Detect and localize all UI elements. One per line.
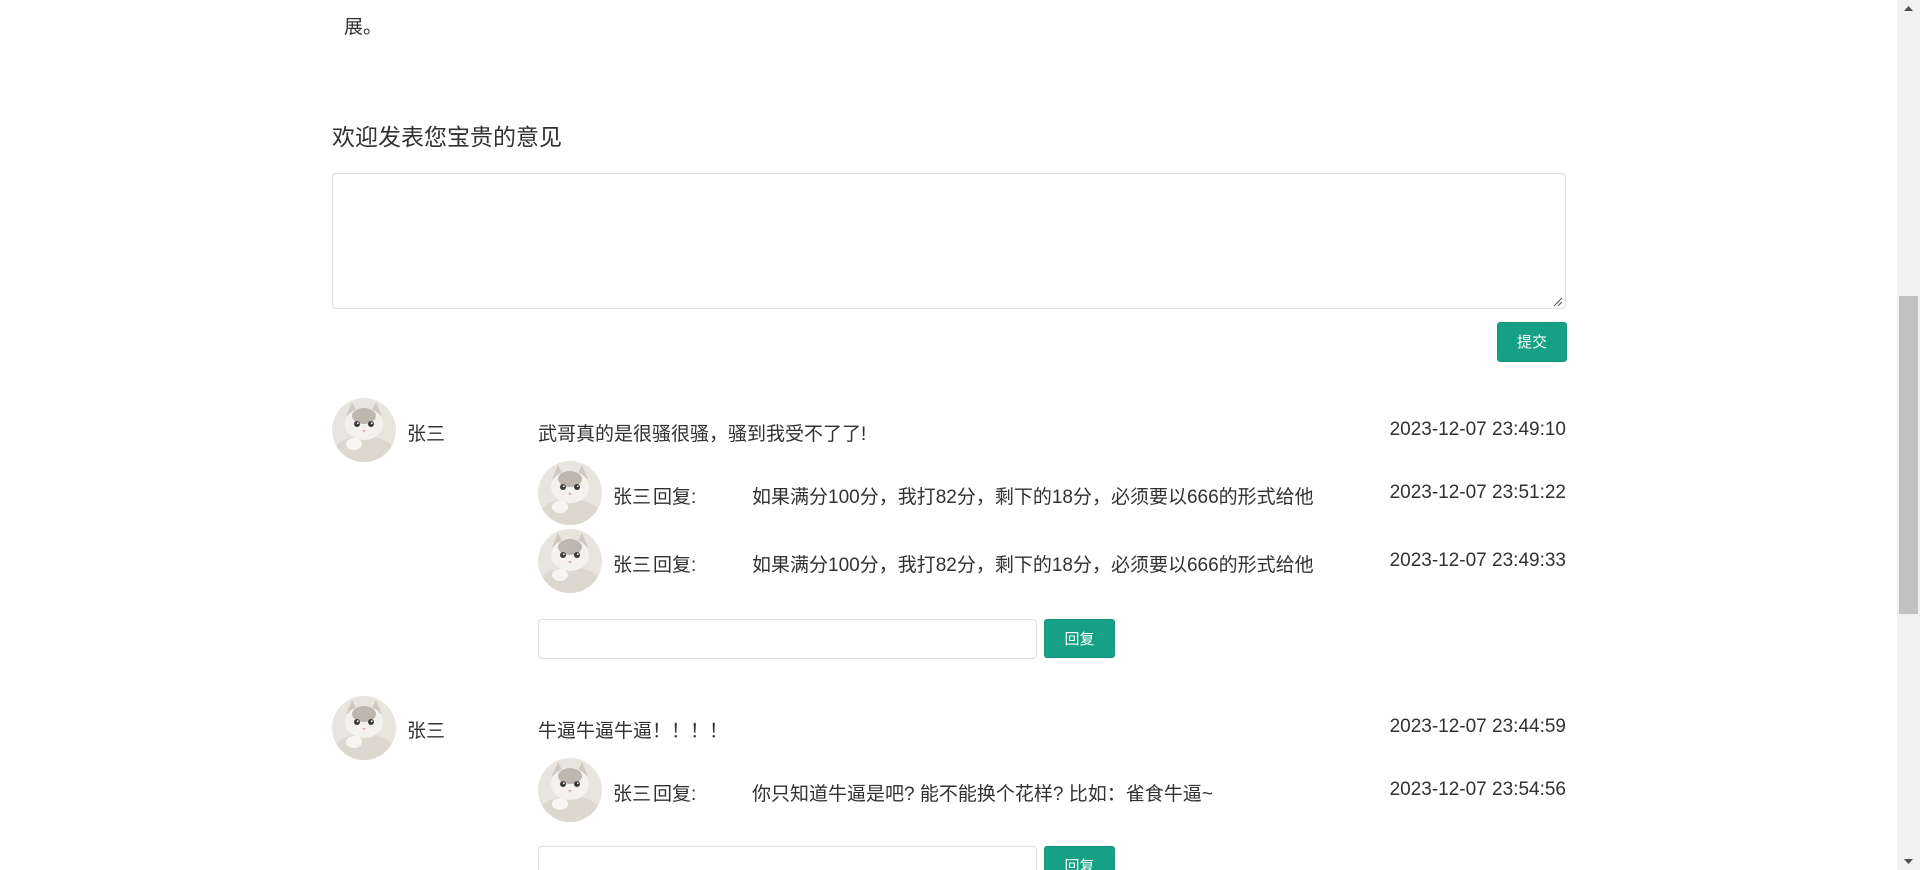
comment-time: 2023-12-07 23:49:10 — [1389, 419, 1566, 440]
reply-author: 张三 — [613, 555, 652, 576]
reply-text: 如果满分100分，我打82分，剩下的18分，必须要以666的形式给他 — [752, 555, 1314, 576]
reply-author: 张三 — [613, 487, 652, 508]
avatar — [538, 529, 602, 593]
reply-button[interactable]: 回复 — [1044, 619, 1115, 658]
reply-text: 你只知道牛逼是吧? 能不能换个花样? 比如：雀食牛逼~ — [752, 784, 1213, 805]
reply-button[interactable]: 回复 — [1044, 846, 1115, 870]
scroll-up-icon[interactable] — [1899, 2, 1918, 16]
reply-author: 张三 — [613, 784, 652, 805]
reply-time: 2023-12-07 23:54:56 — [1389, 779, 1566, 800]
reply-time: 2023-12-07 23:49:33 — [1389, 550, 1566, 571]
resize-grip-icon[interactable] — [1553, 297, 1563, 307]
cat-avatar-icon — [332, 696, 396, 760]
reply-input[interactable] — [538, 846, 1037, 870]
cat-avatar-icon — [332, 398, 396, 462]
comment-text: 牛逼牛逼牛逼！！！！ — [538, 721, 729, 742]
avatar — [538, 758, 602, 822]
page: 展。 欢迎发表您宝贵的意见 提交 张三 武哥真的是很骚很骚，骚到我受不了了! 2… — [0, 0, 1920, 870]
comment-text: 武哥真的是很骚很骚，骚到我受不了了! — [538, 424, 867, 445]
cat-avatar-icon — [538, 758, 602, 822]
comment-author: 张三 — [407, 721, 446, 742]
article-tail-text: 展。 — [344, 17, 383, 38]
scroll-down-icon[interactable] — [1899, 854, 1918, 868]
comment-author: 张三 — [407, 424, 446, 445]
comment-section-title: 欢迎发表您宝贵的意见 — [332, 124, 562, 150]
scrollbar-thumb[interactable] — [1899, 296, 1918, 614]
comment-time: 2023-12-07 23:44:59 — [1389, 716, 1566, 737]
comment-textarea[interactable] — [332, 173, 1566, 309]
reply-label: 回复: — [653, 555, 697, 576]
reply-label: 回复: — [653, 784, 697, 805]
cat-avatar-icon — [538, 461, 602, 525]
submit-button[interactable]: 提交 — [1497, 322, 1567, 362]
avatar — [538, 461, 602, 525]
reply-time: 2023-12-07 23:51:22 — [1389, 482, 1566, 503]
reply-text: 如果满分100分，我打82分，剩下的18分，必须要以666的形式给他 — [752, 487, 1314, 508]
reply-input[interactable] — [538, 619, 1037, 659]
reply-label: 回复: — [653, 487, 697, 508]
cat-avatar-icon — [538, 529, 602, 593]
avatar — [332, 696, 396, 760]
avatar — [332, 398, 396, 462]
